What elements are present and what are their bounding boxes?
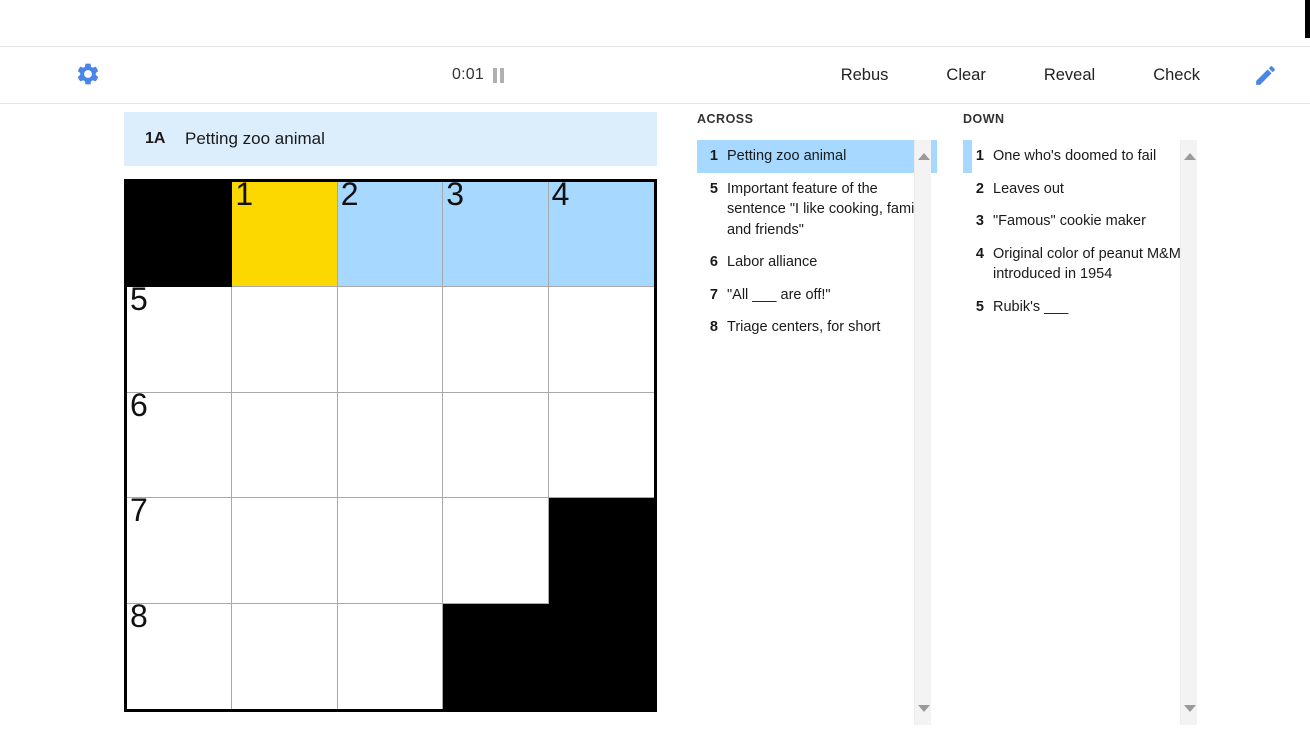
grid-cell[interactable] [337, 603, 444, 709]
grid-cell[interactable]: 2 [337, 178, 444, 288]
clue-text: "Famous" cookie maker [993, 213, 1146, 230]
across-scroll-down-icon[interactable] [915, 700, 932, 717]
grid-cell[interactable]: 8 [127, 600, 233, 709]
clue-item-across-6[interactable]: 6 Labor alliance [697, 246, 937, 279]
across-clue-list: 1 Petting zoo animal 5 Important feature of… [697, 140, 937, 725]
grid-cell-number: 5 [130, 281, 148, 318]
pencil-mode-button[interactable] [1250, 60, 1280, 90]
clue-item-down-5[interactable]: 5 Rubik's ___ [963, 291, 1203, 324]
clue-item-down-2[interactable]: 2 Leaves out [963, 173, 1203, 206]
rebus-button[interactable]: Rebus [831, 61, 899, 90]
clue-item-across-7[interactable]: 7 "All ___ are off!" [697, 279, 937, 312]
grid-cell[interactable]: 1 [232, 178, 338, 288]
check-button[interactable]: Check [1143, 61, 1210, 90]
grid-cell-number: 2 [340, 176, 359, 212]
grid-cell[interactable] [443, 498, 549, 604]
grid-cell-number: 7 [130, 492, 148, 529]
grid-cell-block [548, 603, 654, 709]
current-clue-bar[interactable]: 1A Petting zoo animal [124, 112, 657, 166]
down-panel-title: DOWN [963, 112, 1005, 126]
clue-text: Triage centers, for short [727, 319, 881, 336]
clue-number: 8 [709, 319, 718, 336]
crossword-grid-cells: 1 2 3 4 5 6 7 8 [127, 178, 654, 709]
clue-number: 5 [975, 298, 984, 315]
reveal-button[interactable]: Reveal [1034, 61, 1105, 90]
clue-number: 1 [709, 148, 718, 164]
grid-cell-number: 4 [551, 176, 570, 212]
gear-icon [77, 63, 99, 85]
grid-cell-block [443, 603, 549, 709]
grid-cell[interactable] [232, 392, 338, 499]
grid-cell[interactable] [337, 392, 444, 499]
clue-number: 5 [709, 180, 718, 197]
browser-top-strip [0, 0, 1310, 47]
across-panel-title: ACROSS [697, 112, 754, 126]
grid-cell[interactable] [337, 287, 444, 393]
grid-cell[interactable] [443, 392, 549, 499]
clue-number: 7 [709, 286, 718, 303]
current-clue-number: 1A [145, 130, 166, 147]
clue-item-across-5[interactable]: 5 Important feature of the sentence "I li… [697, 173, 937, 247]
clue-number: 2 [975, 180, 984, 197]
grid-cell[interactable] [337, 498, 444, 604]
grid-cell[interactable]: 3 [443, 178, 549, 288]
clue-text: Original color of peanut M&Ms, introduce… [993, 245, 1193, 283]
grid-cell-block [548, 498, 654, 604]
clue-item-across-1[interactable]: 1 Petting zoo animal [697, 140, 937, 173]
clue-text: "All ___ are off!" [727, 286, 831, 303]
timer-group: 0:01 [452, 62, 504, 88]
grid-cell[interactable]: 7 [127, 494, 233, 604]
toolbar-buttons: Rebus Clear Reveal Check [831, 58, 1280, 92]
clue-item-down-3[interactable]: 3 "Famous" cookie maker [963, 205, 1203, 238]
grid-cell-number: 3 [446, 176, 464, 212]
down-clue-panel: DOWN 1 One who's doomed to fail 2 Leaves ou… [963, 112, 1203, 725]
current-clue-text: Petting zoo animal [185, 129, 325, 148]
grid-cell[interactable] [548, 287, 654, 393]
clue-item-down-1[interactable]: 1 One who's doomed to fail [963, 140, 1203, 173]
clue-number: 3 [975, 213, 984, 230]
across-clue-panel: ACROSS 1 Petting zoo animal 5 Important fea… [697, 112, 937, 725]
grid-cell-number: 1 [235, 176, 254, 212]
clue-number: 1 [975, 148, 984, 164]
down-scroll-up-icon[interactable] [1181, 148, 1198, 165]
clue-text: One who's doomed to fail [993, 148, 1157, 164]
clue-item-across-8[interactable]: 8 Triage centers, for short [697, 311, 937, 344]
clue-item-down-4[interactable]: 4 Original color of peanut M&Ms, introduc… [963, 238, 1203, 291]
grid-cell[interactable] [232, 498, 338, 604]
grid-cell-number: 8 [130, 597, 148, 634]
clue-text: Important feature of the sentence "I lik… [727, 180, 925, 238]
clue-number: 4 [975, 245, 984, 262]
clue-text: Rubik's ___ [993, 298, 1069, 315]
clue-text: Leaves out [993, 180, 1064, 197]
grid-cell[interactable] [443, 287, 549, 393]
grid-cell[interactable] [232, 603, 338, 709]
across-scroll-up-icon[interactable] [915, 148, 932, 165]
grid-cell[interactable]: 4 [548, 178, 654, 288]
down-scroll-down-icon[interactable] [1181, 700, 1198, 717]
grid-cell[interactable] [548, 392, 654, 499]
clear-button[interactable]: Clear [936, 61, 995, 90]
clue-text: Petting zoo animal [727, 148, 847, 164]
down-clue-list: 1 One who's doomed to fail 2 Leaves out 3 "Fa… [963, 140, 1203, 725]
crossword-grid: 1 2 3 4 5 6 7 8 [124, 178, 657, 712]
grid-cell-block [127, 182, 233, 288]
grid-cell[interactable]: 6 [127, 389, 233, 499]
clue-text: Labor alliance [727, 254, 818, 271]
grid-cell[interactable] [232, 287, 338, 393]
timer-text: 0:01 [452, 66, 484, 83]
across-scrollbar[interactable] [914, 140, 931, 725]
text-caret [1305, 0, 1310, 38]
pause-icon[interactable] [492, 67, 504, 83]
pencil-icon [1255, 65, 1275, 85]
down-scrollbar[interactable] [1180, 140, 1197, 725]
clue-number: 6 [709, 254, 718, 271]
settings-gear-icon[interactable] [74, 60, 102, 88]
grid-cell[interactable]: 5 [127, 283, 233, 393]
grid-cell-number: 6 [130, 386, 148, 423]
